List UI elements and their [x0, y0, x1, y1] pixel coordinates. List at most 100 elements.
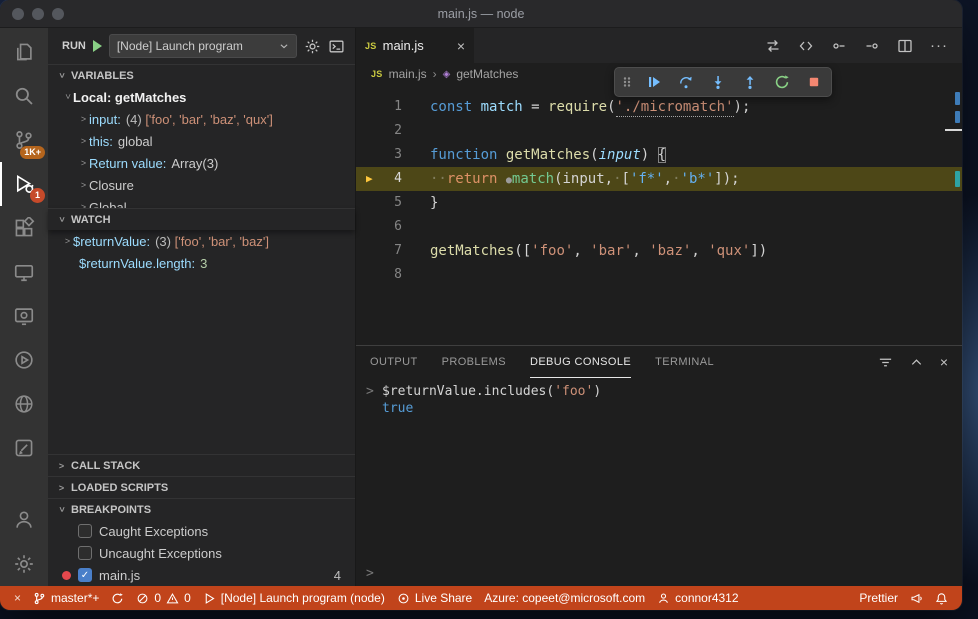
collapse-panel-icon[interactable]: [909, 355, 924, 370]
variables-section-header[interactable]: > VARIABLES: [48, 64, 355, 86]
checkbox-unchecked[interactable]: [78, 524, 92, 538]
sidebar-item-remote-explorer[interactable]: [0, 250, 48, 294]
sidebar-item-run-debug[interactable]: 1: [0, 162, 48, 206]
sidebar-item-accounts[interactable]: [0, 498, 48, 542]
launch-label: [Node] Launch program (node): [220, 591, 385, 605]
restart-icon: [775, 75, 789, 89]
live-share-item[interactable]: Live Share: [391, 586, 478, 610]
restart-button[interactable]: [769, 69, 795, 95]
code-line-3: 3 function getMatches(input) {: [356, 143, 962, 167]
azure-label: Azure: copeet@microsoft.com: [484, 591, 646, 605]
toolbar-drag-handle[interactable]: [619, 69, 635, 95]
code-line-5: 5 }: [356, 191, 962, 215]
step-into-button[interactable]: [705, 69, 731, 95]
call-stack-section-header[interactable]: > CALL STACK: [48, 454, 355, 476]
tab-problems[interactable]: PROBLEMS: [442, 346, 506, 378]
step-out-button[interactable]: [737, 69, 763, 95]
account-icon: [659, 593, 669, 603]
step-over-button[interactable]: [673, 69, 699, 95]
filter-icon[interactable]: [878, 355, 893, 370]
breakpoints-section-header[interactable]: > BREAKPOINTS: [48, 498, 355, 520]
tab-debug-console[interactable]: DEBUG CONSOLE: [529, 346, 632, 378]
branch-icon: [34, 592, 45, 604]
loaded-scripts-section-header[interactable]: > LOADED SCRIPTS: [48, 476, 355, 498]
watch-row-length[interactable]: $returnValue.length: 3: [48, 252, 355, 274]
chevron-right-icon: >: [80, 180, 87, 190]
open-console-icon[interactable]: [328, 38, 345, 55]
sidebar-item-github-pr[interactable]: [0, 426, 48, 470]
sidebar-item-source-control[interactable]: 1K+: [0, 118, 48, 162]
stop-button[interactable]: [801, 69, 827, 95]
debug-launch-item[interactable]: [Node] Launch program (node): [197, 586, 391, 610]
megaphone-icon: [911, 593, 922, 603]
variables-tree: > Local: getMatches > input: (4) ['foo', …: [48, 86, 355, 209]
breakpoint-row-caught[interactable]: Caught Exceptions: [48, 520, 355, 542]
loaded-scripts-section-title: LOADED SCRIPTS: [71, 481, 169, 494]
formatter-label: Prettier: [859, 591, 898, 605]
feedback-item[interactable]: [904, 586, 929, 610]
close-tab-icon[interactable]: ×: [457, 38, 465, 54]
tab-mainjs[interactable]: JS main.js ×: [356, 28, 474, 63]
settings-gear-icon: [15, 555, 33, 573]
tab-terminal[interactable]: TERMINAL: [655, 346, 714, 378]
minimize-button[interactable]: [32, 7, 44, 20]
scope-row-closure[interactable]: > Closure: [48, 174, 355, 196]
checkbox-unchecked[interactable]: [78, 546, 92, 560]
scope-row-global[interactable]: > Global: [48, 196, 355, 209]
gear-icon[interactable]: [304, 38, 321, 55]
chevron-right-icon: >: [80, 114, 87, 124]
start-debug-button[interactable]: [92, 40, 102, 52]
prev-change-icon[interactable]: [831, 38, 847, 54]
play-circle-icon: [15, 351, 33, 369]
panel-actions: ×: [878, 354, 948, 370]
breadcrumb-file[interactable]: main.js: [389, 67, 427, 81]
sidebar-item-test-explorer[interactable]: [0, 338, 48, 382]
close-panel-icon[interactable]: ×: [940, 354, 948, 370]
sync-item[interactable]: [105, 586, 130, 610]
sidebar-item-remote-monitor[interactable]: [0, 294, 48, 338]
problems-item[interactable]: 0 0: [130, 586, 196, 610]
formatter-item[interactable]: Prettier: [853, 586, 904, 610]
zoom-button[interactable]: [52, 7, 64, 20]
close-button[interactable]: [12, 7, 24, 20]
breadcrumb-symbol[interactable]: getMatches: [456, 67, 518, 81]
sidebar-item-web[interactable]: [0, 382, 48, 426]
breakpoint-row-mainjs[interactable]: ✓ main.js 4: [48, 564, 355, 586]
scm-badge: 1K+: [20, 146, 45, 159]
checkbox-checked[interactable]: ✓: [78, 568, 92, 582]
continue-button[interactable]: [641, 69, 667, 95]
code-chevrons-icon[interactable]: [798, 38, 814, 54]
launch-config-select[interactable]: [Node] Launch program: [108, 34, 297, 58]
code-editor[interactable]: 1 const match = require('./micromatch');…: [356, 85, 962, 345]
sidebar-item-settings[interactable]: [0, 542, 48, 586]
breakpoint-row-uncaught[interactable]: Uncaught Exceptions: [48, 542, 355, 564]
variable-row-this[interactable]: > this: global: [48, 130, 355, 152]
sidebar-item-extensions[interactable]: [0, 206, 48, 250]
remote-explorer-icon: [14, 264, 34, 282]
sidebar-item-search[interactable]: [0, 74, 48, 118]
notifications-item[interactable]: [929, 586, 954, 610]
more-actions-icon[interactable]: ···: [930, 37, 948, 54]
variable-row-input[interactable]: > input: (4) ['foo', 'bar', 'baz', 'qux']: [48, 108, 355, 130]
variable-row-return-value[interactable]: > Return value: Array(3): [48, 152, 355, 174]
continue-icon: [649, 77, 660, 87]
watch-section-header[interactable]: > WATCH: [48, 208, 355, 230]
console-expression-row: > $returnValue.includes('foo'): [366, 384, 602, 399]
next-change-icon[interactable]: [864, 38, 880, 54]
remote-indicator[interactable]: ×: [8, 586, 27, 610]
split-editor-icon[interactable]: [897, 38, 913, 54]
drag-handle-icon: [623, 77, 631, 87]
overview-ruler-mark: [955, 111, 960, 123]
sidebar-item-explorer[interactable]: [0, 30, 48, 74]
git-branch-item[interactable]: master*+: [27, 586, 105, 610]
traffic-lights: [12, 0, 64, 27]
tab-output[interactable]: OUTPUT: [370, 346, 418, 378]
github-account-item[interactable]: connor4312: [651, 586, 744, 610]
swap-icon[interactable]: [765, 38, 781, 54]
scope-row[interactable]: > Local: getMatches: [48, 86, 355, 108]
azure-account-item[interactable]: Azure: copeet@microsoft.com: [478, 586, 651, 610]
window-title: main.js — node: [437, 6, 525, 21]
watch-row-returnvalue[interactable]: > $returnValue: (3) ['foo', 'bar', 'baz']: [48, 230, 355, 252]
console-input-row[interactable]: >: [356, 565, 962, 582]
